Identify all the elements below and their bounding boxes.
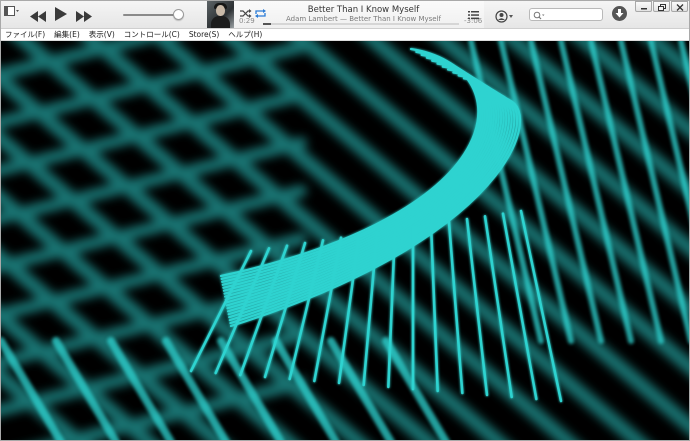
album-artwork[interactable] xyxy=(207,1,234,28)
account-icon xyxy=(495,10,513,23)
control-bar: Better Than I Know Myself Adam Lambert —… xyxy=(1,1,689,29)
progress-fill xyxy=(263,23,271,25)
search-icon xyxy=(533,11,545,20)
song-title: Better Than I Know Myself xyxy=(307,5,420,15)
up-next-button[interactable] xyxy=(468,5,479,24)
menu-view[interactable]: 表示(V) xyxy=(85,29,120,40)
previous-button[interactable] xyxy=(29,8,47,27)
play-icon xyxy=(55,7,67,21)
menu-file[interactable]: ファイル(F) xyxy=(1,29,50,40)
volume-knob[interactable] xyxy=(173,9,184,20)
minimize-icon xyxy=(641,8,647,10)
next-icon xyxy=(76,11,92,22)
up-next-list-icon xyxy=(468,11,479,20)
sidebar-toggle-icon xyxy=(4,6,19,16)
itunes-window: Better Than I Know Myself Adam Lambert —… xyxy=(0,0,690,441)
volume-slider[interactable] xyxy=(123,14,179,16)
close-icon xyxy=(676,4,684,11)
menu-bar: ファイル(F) 編集(E) 表示(V) コントロール(C) Store(S) ヘ… xyxy=(1,29,689,41)
repeat-icon xyxy=(255,9,266,18)
restore-button[interactable] xyxy=(653,1,670,12)
progress-bar[interactable] xyxy=(263,23,459,25)
play-button[interactable] xyxy=(54,6,68,26)
elapsed-time: 0:29 xyxy=(239,17,255,25)
visualizer-canvas[interactable] xyxy=(1,41,689,440)
menu-store[interactable]: Store(S) xyxy=(185,29,224,40)
song-artist-album: Adam Lambert — Better Than I Know Myself xyxy=(285,15,442,23)
menu-controls[interactable]: コントロール(C) xyxy=(120,29,185,40)
menu-edit[interactable]: 編集(E) xyxy=(50,29,85,40)
search-field[interactable] xyxy=(529,8,603,21)
visualizer-graphic xyxy=(1,41,689,440)
minimize-button[interactable] xyxy=(635,1,652,12)
fan-spoke xyxy=(429,223,439,393)
restore-icon xyxy=(658,4,666,11)
next-button[interactable] xyxy=(75,8,93,27)
sidebar-toggle-button[interactable] xyxy=(4,6,20,18)
account-button[interactable] xyxy=(495,8,517,27)
repeat-button[interactable] xyxy=(254,4,267,23)
fan-spoke xyxy=(447,220,464,395)
downloads-button[interactable] xyxy=(612,6,627,21)
download-icon xyxy=(615,9,624,18)
search-input[interactable] xyxy=(548,9,600,20)
menu-help[interactable]: ヘルプ(H) xyxy=(224,29,267,40)
previous-icon xyxy=(30,11,46,22)
close-button[interactable] xyxy=(671,1,688,12)
window-controls xyxy=(635,1,688,13)
